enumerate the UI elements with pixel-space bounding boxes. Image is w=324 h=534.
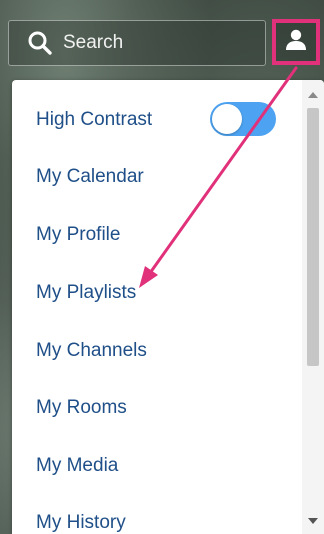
- menu-item-my-history[interactable]: My History: [12, 494, 302, 534]
- menu-item-my-playlists[interactable]: My Playlists: [12, 264, 302, 321]
- menu-item-my-calendar[interactable]: My Calendar: [12, 148, 302, 205]
- menu-item-my-profile[interactable]: My Profile: [12, 206, 302, 263]
- high-contrast-toggle[interactable]: [210, 102, 276, 136]
- menu-item-label: My Playlists: [36, 281, 137, 303]
- user-icon: [284, 28, 308, 57]
- toggle-knob: [212, 104, 242, 134]
- scroll-thumb[interactable]: [307, 108, 319, 366]
- menu-item-my-rooms[interactable]: My Rooms: [12, 379, 302, 436]
- menu-item-label: High Contrast: [36, 108, 153, 130]
- user-menu-button[interactable]: [272, 19, 320, 65]
- menu-item-label: My Media: [36, 454, 119, 476]
- menu-item-label: My Profile: [36, 223, 121, 245]
- search-icon: [27, 30, 53, 56]
- scroll-up-arrow-icon[interactable]: [302, 86, 324, 104]
- scroll-down-arrow-icon[interactable]: [302, 512, 324, 530]
- menu-item-label: My Channels: [36, 339, 147, 361]
- user-dropdown-menu: High Contrast My Calendar My Profile My …: [12, 80, 324, 534]
- menu-item-label: My History: [36, 511, 126, 533]
- menu-scrollbar[interactable]: [302, 80, 324, 534]
- menu-item-my-media[interactable]: My Media: [12, 437, 302, 494]
- menu-item-label: My Calendar: [36, 165, 144, 187]
- search-placeholder: Search: [63, 32, 124, 53]
- search-input[interactable]: Search: [8, 20, 266, 66]
- menu-item-label: My Rooms: [36, 396, 127, 418]
- menu-item-my-channels[interactable]: My Channels: [12, 322, 302, 379]
